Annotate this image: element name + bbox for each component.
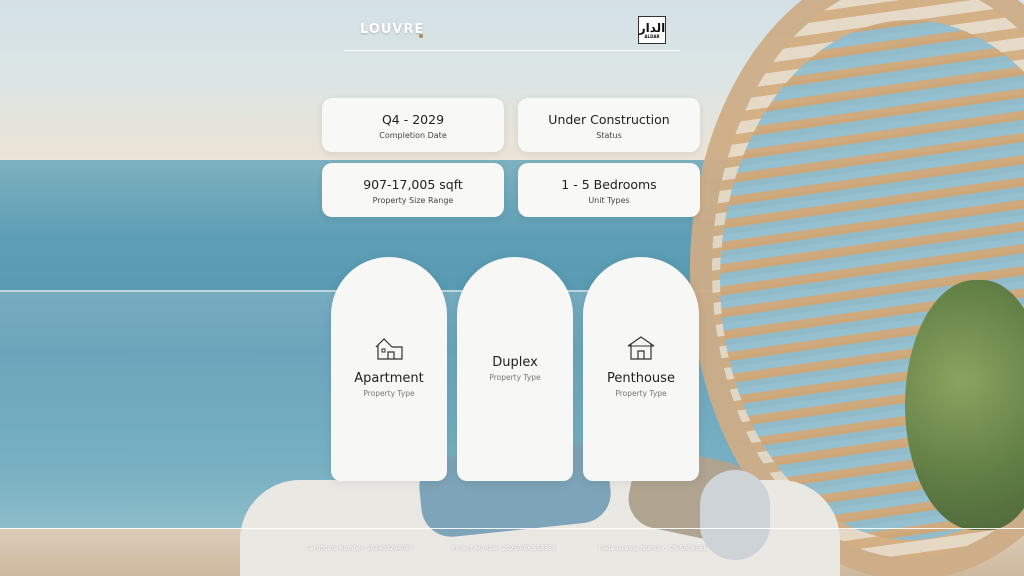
card-label: Property Size Range (372, 196, 454, 205)
footer-divider (0, 528, 1024, 529)
unit-types-card: 1 - 5 Bedrooms Unit Types (518, 163, 700, 217)
property-subtitle: Property Type (615, 389, 667, 398)
property-subtitle: Property Type (489, 373, 541, 382)
brand-name: ALDAR (644, 33, 660, 39)
card-value: 907-17,005 sqft (363, 177, 463, 192)
card-value: 1 - 5 Bedrooms (561, 177, 657, 192)
card-label: Completion Date (379, 131, 447, 140)
property-title: Apartment (354, 371, 424, 386)
property-title: Penthouse (607, 371, 675, 386)
header: LOUVRE الدار ALDAR (344, 14, 680, 51)
property-subtitle: Property Type (363, 389, 415, 398)
completion-date-card: Q4 - 2029 Completion Date (322, 98, 504, 152)
card-label: Status (596, 131, 622, 140)
card-value: Under Construction (548, 112, 670, 127)
aldar-logo[interactable]: الدار ALDAR (638, 16, 666, 44)
trade-license-number: Trade License Number: CN-5004581 (598, 545, 707, 552)
property-type-duplex[interactable]: Duplex Property Type (457, 257, 573, 481)
card-value: Q4 - 2029 (381, 112, 445, 127)
house-icon (375, 338, 403, 360)
status-card: Under Construction Status (518, 98, 700, 152)
property-type-penthouse[interactable]: Penthouse Property Type (583, 257, 699, 481)
property-type-apartment[interactable]: Apartment Property Type (331, 257, 447, 481)
project-number: Project Number: 20250000558588 (452, 545, 556, 552)
villa-icon (627, 336, 655, 360)
size-range-card: 907-17,005 sqft Property Size Range (322, 163, 504, 217)
property-title: Duplex (492, 355, 538, 370)
brand-mark: الدار (638, 20, 666, 35)
card-label: Unit Types (588, 196, 630, 205)
louvre-logo[interactable]: LOUVRE (360, 22, 424, 37)
logo-dot (419, 34, 423, 38)
certificate-number: Certificate Number: 202403244080 (306, 545, 413, 552)
